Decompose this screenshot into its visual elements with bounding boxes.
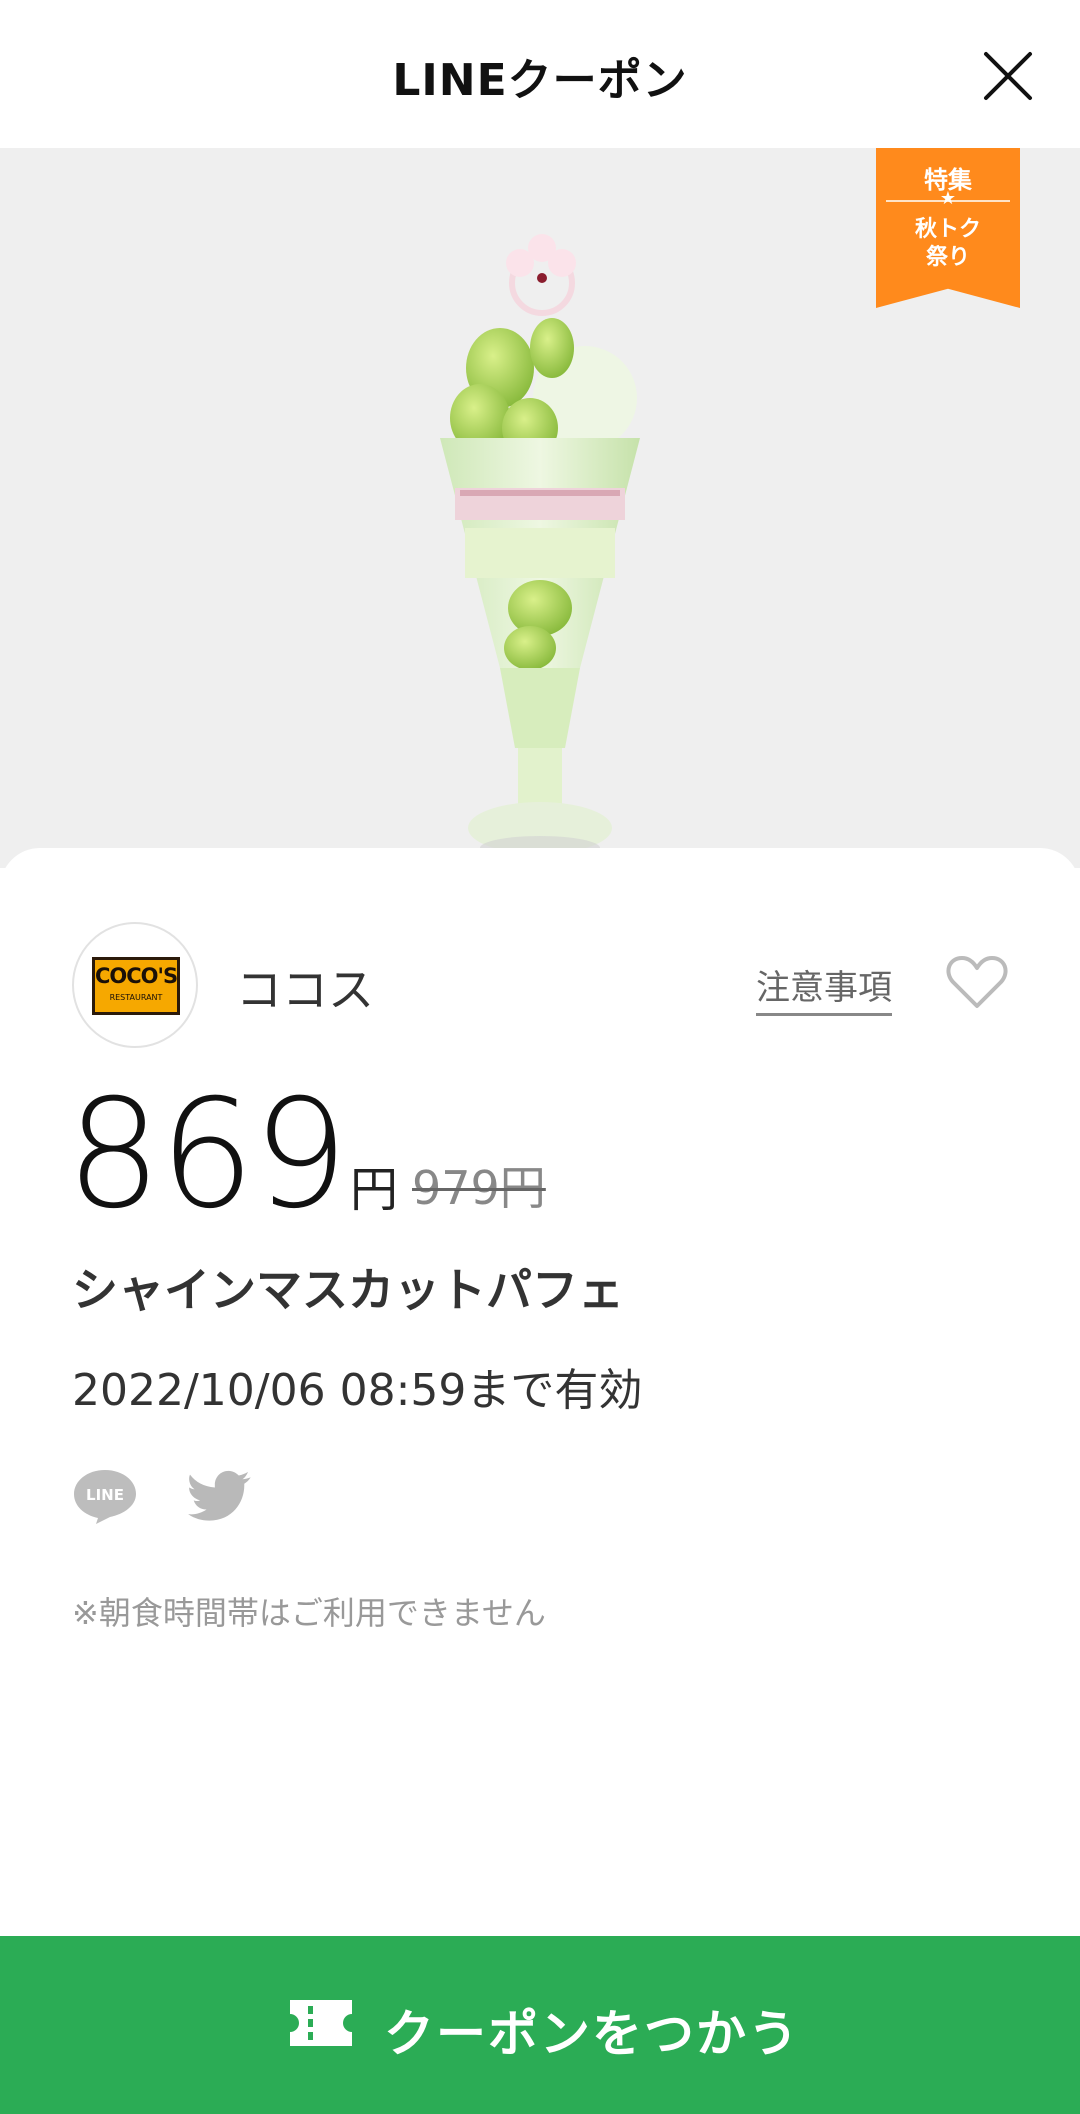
line-share-text: LINE [86, 1486, 124, 1504]
discount-price: 869 [66, 1068, 348, 1242]
favorite-button[interactable] [946, 954, 1008, 1010]
use-coupon-label: クーポンをつかう [384, 2005, 800, 2063]
ribbon-subtitle: 秋トク 祭り [914, 217, 981, 270]
price-currency: 円 [350, 1162, 399, 1218]
close-button[interactable] [980, 48, 1036, 104]
coupon-screen: LINEクーポン 特集 ★ 秋トク 祭り COCO'S RESTAURANT コ… [0, 0, 1080, 2114]
notice-link[interactable]: 注意事項 [756, 960, 892, 1016]
usage-note: ※朝食時間帯はご利用できません [72, 1594, 546, 1632]
expiry-date: 2022/10/06 08:59まで有効 [72, 1365, 643, 1416]
store-logo: COCO'S RESTAURANT [72, 922, 198, 1048]
hero-image: 特集 ★ 秋トク 祭り [0, 148, 1080, 868]
coupon-detail-card: COCO'S RESTAURANT ココス 注意事項 869 円 979円 シャ… [0, 848, 1080, 1938]
feature-ribbon: 特集 ★ 秋トク 祭り [876, 148, 1020, 308]
original-price: 979円 [412, 1161, 546, 1215]
item-name: シャインマスカットパフェ [72, 1263, 624, 1317]
line-share-button[interactable]: LINE [72, 1466, 138, 1526]
logo-text: COCO'S [95, 964, 178, 988]
store-name: ココス [236, 963, 374, 1017]
twitter-share-icon [188, 1470, 251, 1521]
logo-subtext: RESTAURANT [109, 993, 163, 1002]
twitter-share-button[interactable] [186, 1468, 256, 1528]
app-title: LINEクーポン [392, 55, 688, 106]
line-share-icon: LINE [74, 1470, 136, 1524]
heart-outline-icon [946, 956, 1008, 1008]
ticket-icon [290, 2000, 352, 2046]
star-icon: ★ [939, 188, 957, 209]
header: LINEクーポン [0, 0, 1080, 148]
cocos-logo: COCO'S RESTAURANT [92, 957, 180, 1015]
use-coupon-button[interactable]: クーポンをつかう [0, 1936, 1080, 2114]
close-icon [984, 52, 1032, 100]
parfait-image [440, 234, 640, 860]
